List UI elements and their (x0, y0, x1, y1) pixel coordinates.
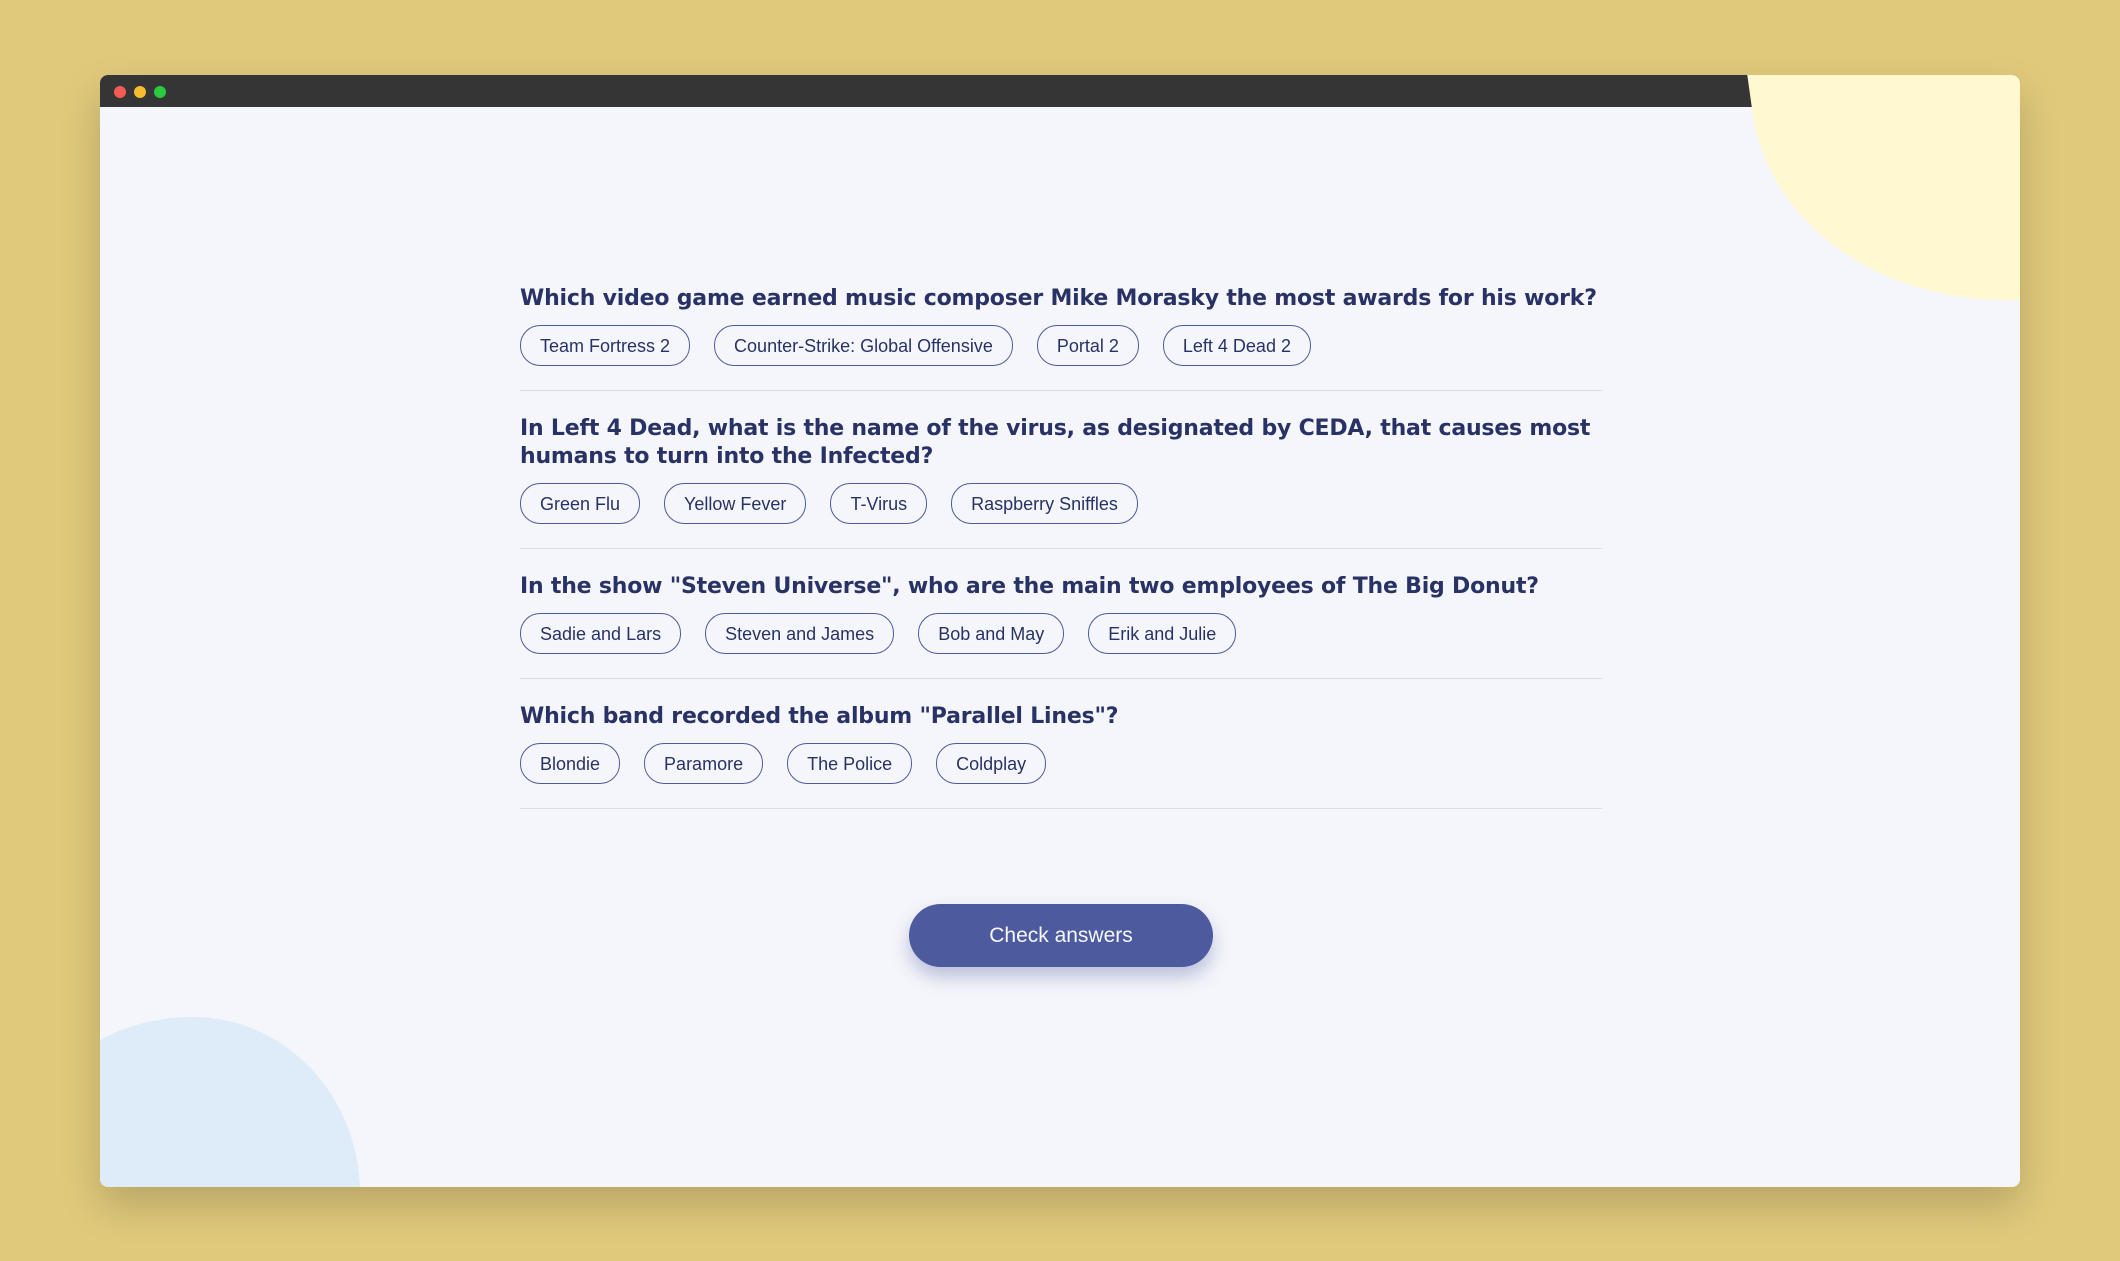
answer-option[interactable]: Steven and James (705, 613, 895, 654)
minimize-window-button[interactable] (134, 86, 146, 98)
answer-option[interactable]: Sadie and Lars (520, 613, 682, 654)
answer-options: Team Fortress 2 Counter-Strike: Global O… (520, 325, 1602, 366)
answer-option[interactable]: T-Virus (830, 483, 928, 524)
close-window-button[interactable] (114, 86, 126, 98)
title-bar (100, 75, 2020, 107)
question-text: Which band recorded the album "Parallel … (520, 704, 1119, 729)
answer-option[interactable]: Erik and Julie (1088, 613, 1237, 654)
answer-option[interactable]: Portal 2 (1036, 325, 1139, 366)
decorative-blob-yellow (1739, 75, 2020, 335)
question-text: In the show "Steven Universe", who are t… (520, 574, 1539, 599)
answer-options: Sadie and Lars Steven and James Bob and … (520, 613, 1602, 654)
answer-option[interactable]: Blondie (520, 743, 621, 784)
answer-option[interactable]: The Police (787, 743, 913, 784)
answer-options: Blondie Paramore The Police Coldplay (520, 743, 1602, 784)
question-text: Which video game earned music composer M… (520, 286, 1597, 311)
quiz-container: Which video game earned music composer M… (520, 285, 1602, 833)
answer-option[interactable]: Bob and May (918, 613, 1065, 654)
answer-option[interactable]: Left 4 Dead 2 (1162, 325, 1311, 366)
question-1: Which video game earned music composer M… (520, 285, 1602, 391)
browser-window: Which video game earned music composer M… (100, 75, 2020, 1187)
check-answers-button[interactable]: Check answers (909, 904, 1213, 967)
maximize-window-button[interactable] (154, 86, 166, 98)
decorative-blob-blue (100, 1017, 360, 1187)
question-2: In Left 4 Dead, what is the name of the … (520, 415, 1602, 549)
question-text: In Left 4 Dead, what is the name of the … (520, 416, 1591, 469)
answer-option[interactable]: Team Fortress 2 (520, 325, 691, 366)
question-4: Which band recorded the album "Parallel … (520, 703, 1602, 809)
answer-option[interactable]: Yellow Fever (664, 483, 807, 524)
answer-option[interactable]: Coldplay (936, 743, 1047, 784)
answer-options: Green Flu Yellow Fever T-Virus Raspberry… (520, 483, 1602, 524)
answer-option[interactable]: Raspberry Sniffles (951, 483, 1138, 524)
question-3: In the show "Steven Universe", who are t… (520, 573, 1602, 679)
answer-option[interactable]: Counter-Strike: Global Offensive (714, 325, 1013, 366)
answer-option[interactable]: Green Flu (520, 483, 641, 524)
answer-option[interactable]: Paramore (644, 743, 764, 784)
